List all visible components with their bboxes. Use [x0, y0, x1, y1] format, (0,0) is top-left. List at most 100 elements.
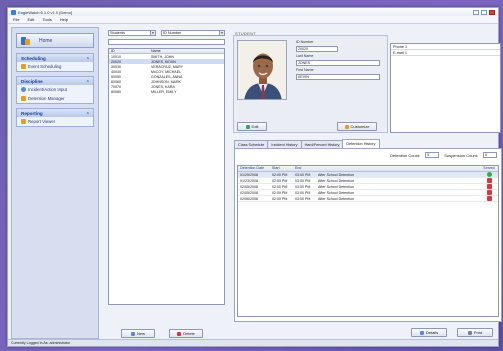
served-cell[interactable] [478, 178, 498, 183]
column-name[interactable]: Name [149, 49, 224, 53]
served-cell[interactable] [478, 196, 498, 201]
reporting-section: Reporting ^ Report Viewer [16, 108, 94, 127]
tab-detention-history[interactable]: Detention History [342, 139, 380, 148]
nav-event-scheduling[interactable]: Event Scheduling [17, 62, 93, 71]
student-name: GONZALES, ANNA [151, 74, 183, 79]
not-served-x-icon [486, 178, 492, 183]
served-cell[interactable] [478, 172, 498, 177]
nav-report-viewer[interactable]: Report Viewer [17, 117, 93, 126]
student-row[interactable]: 20020 JONES, KEVIN [109, 59, 224, 64]
student-row[interactable]: 70070 JONES, KARA [109, 84, 224, 89]
menu-file[interactable]: File [13, 17, 19, 22]
chevron-down-icon[interactable]: ▼ [219, 31, 224, 35]
reporting-header[interactable]: Reporting ^ [17, 109, 93, 117]
student-name: JONES, KARA [151, 84, 175, 89]
served-cell[interactable] [478, 190, 498, 195]
menu-edit[interactable]: Edit [27, 17, 34, 22]
details-button[interactable]: Details [411, 328, 447, 337]
filter-type-select[interactable]: Students ▼ [108, 30, 156, 36]
detention-end: 03:00 PM [295, 178, 311, 183]
detention-end: 03:00 PM [295, 196, 311, 201]
close-button[interactable] [489, 9, 495, 15]
nav-detention-manager[interactable]: Detention Manager [17, 94, 93, 103]
new-student-button[interactable]: New [121, 329, 155, 338]
home-button[interactable]: Home [16, 33, 94, 48]
student-list-panel: Students ▼ ID Number ▼ ID Name 10010 SMIT… [103, 30, 231, 339]
student-row[interactable]: 60060 JOHNSON, MARK [109, 79, 224, 84]
details-label: Details [425, 330, 439, 335]
filter-field-select[interactable]: ID Number ▼ [161, 30, 225, 36]
contact-row[interactable]: E-mail 1 [391, 50, 500, 56]
tab-class-schedule[interactable]: Class Schedule [234, 140, 269, 148]
detention-end: 03:00 PM [295, 172, 311, 177]
delete-student-button[interactable]: Delete [169, 329, 203, 338]
collapse-chevron-icon[interactable]: ^ [87, 111, 89, 116]
collapse-chevron-icon[interactable]: ^ [87, 56, 89, 61]
minimize-button[interactable] [473, 9, 479, 15]
discipline-header[interactable]: Discipline ^ [17, 77, 93, 85]
detention-type: After School Detention [318, 184, 354, 189]
scheduling-header[interactable]: Scheduling ^ [17, 54, 93, 62]
customize-icon [344, 124, 349, 129]
menu-help[interactable]: Help [60, 17, 68, 22]
nav-report-viewer-label: Report Viewer [28, 119, 56, 124]
detention-count-label: Detention Count: [390, 152, 421, 158]
print-button[interactable]: Print [457, 328, 493, 337]
window-title: EagleWatch 6.1.0 v1.0 [Demo] [18, 9, 73, 15]
contact-list: Phone 1 E-mail 1 [390, 43, 501, 133]
column-type[interactable] [316, 166, 478, 171]
student-row[interactable]: 50050 GONZALES, ANNA [109, 74, 224, 79]
person-icon [21, 87, 26, 92]
filter-type-value: Students [110, 31, 125, 35]
column-id[interactable]: ID [109, 49, 149, 53]
reporting-title: Reporting [21, 110, 43, 116]
first-name-field[interactable]: KEVIN [296, 74, 380, 80]
column-detention-date[interactable]: Detention Date [238, 166, 270, 171]
column-start[interactable]: Start [270, 166, 293, 171]
student-row[interactable]: 10010 SMITH, JOHN [109, 54, 224, 59]
app-icon [11, 9, 16, 15]
id-number-field[interactable]: 20020 [296, 46, 338, 52]
detention-icon [21, 96, 26, 101]
status-text: Currently Logged In As: administrator [11, 341, 71, 345]
menu-tools[interactable]: Tools [42, 17, 51, 22]
served-check-icon [486, 172, 492, 177]
status-bar: Currently Logged In As: administrator [8, 339, 498, 346]
not-served-x-icon [486, 190, 492, 195]
column-served[interactable]: Served [478, 166, 498, 171]
discipline-title: Discipline [21, 78, 43, 84]
detention-row[interactable]: 02/06/2008 02:00 PM 03:00 PM After School D… [238, 196, 498, 202]
served-cell[interactable] [478, 184, 498, 189]
detention-type: After School Detention [318, 190, 354, 195]
detention-end: 03:00 PM [295, 184, 311, 189]
filter-field-value: ID Number [163, 31, 182, 35]
student-id: 30030 [111, 64, 121, 69]
student-id: 60060 [111, 79, 121, 84]
maximize-button[interactable] [481, 9, 487, 15]
report-icon [21, 119, 26, 124]
nav-detention-manager-label: Detention Manager [28, 96, 65, 101]
print-label: Print [473, 330, 483, 335]
chevron-down-icon[interactable]: ▼ [150, 31, 155, 35]
nav-incident-input[interactable]: Incident/Action Input [17, 85, 93, 94]
student-table: ID Name 10010 SMITH, JOHN 20020 JONES, KEVI… [108, 48, 225, 305]
student-row[interactable]: 40040 McCOY, MICHAEL [109, 69, 224, 74]
detention-start: 02:00 PM [272, 190, 288, 195]
details-icon [419, 330, 424, 335]
student-search-input[interactable] [108, 39, 225, 45]
printer-icon [467, 330, 472, 335]
collapse-chevron-icon[interactable]: ^ [87, 79, 89, 84]
student-row[interactable]: 80080 MILLER, EMILY [109, 89, 224, 94]
student-id: 40040 [111, 69, 121, 74]
first-name-label: First Name [296, 68, 314, 72]
edit-button[interactable]: Edit [237, 122, 267, 131]
tab-incident-history[interactable]: Incident History [267, 140, 302, 148]
student-photo [237, 40, 287, 100]
tab-hard-fenced-history[interactable]: Hard/Fenced History [300, 140, 344, 148]
nav-incident-input-label: Incident/Action Input [28, 87, 67, 92]
column-end[interactable]: End [293, 166, 316, 171]
student-row[interactable]: 30030 VERACRUZ, MARY [109, 64, 224, 69]
last-name-field[interactable]: JONES [296, 60, 380, 66]
customize-button[interactable]: Customize [337, 122, 377, 131]
student-name: SMITH, JOHN [151, 54, 174, 59]
